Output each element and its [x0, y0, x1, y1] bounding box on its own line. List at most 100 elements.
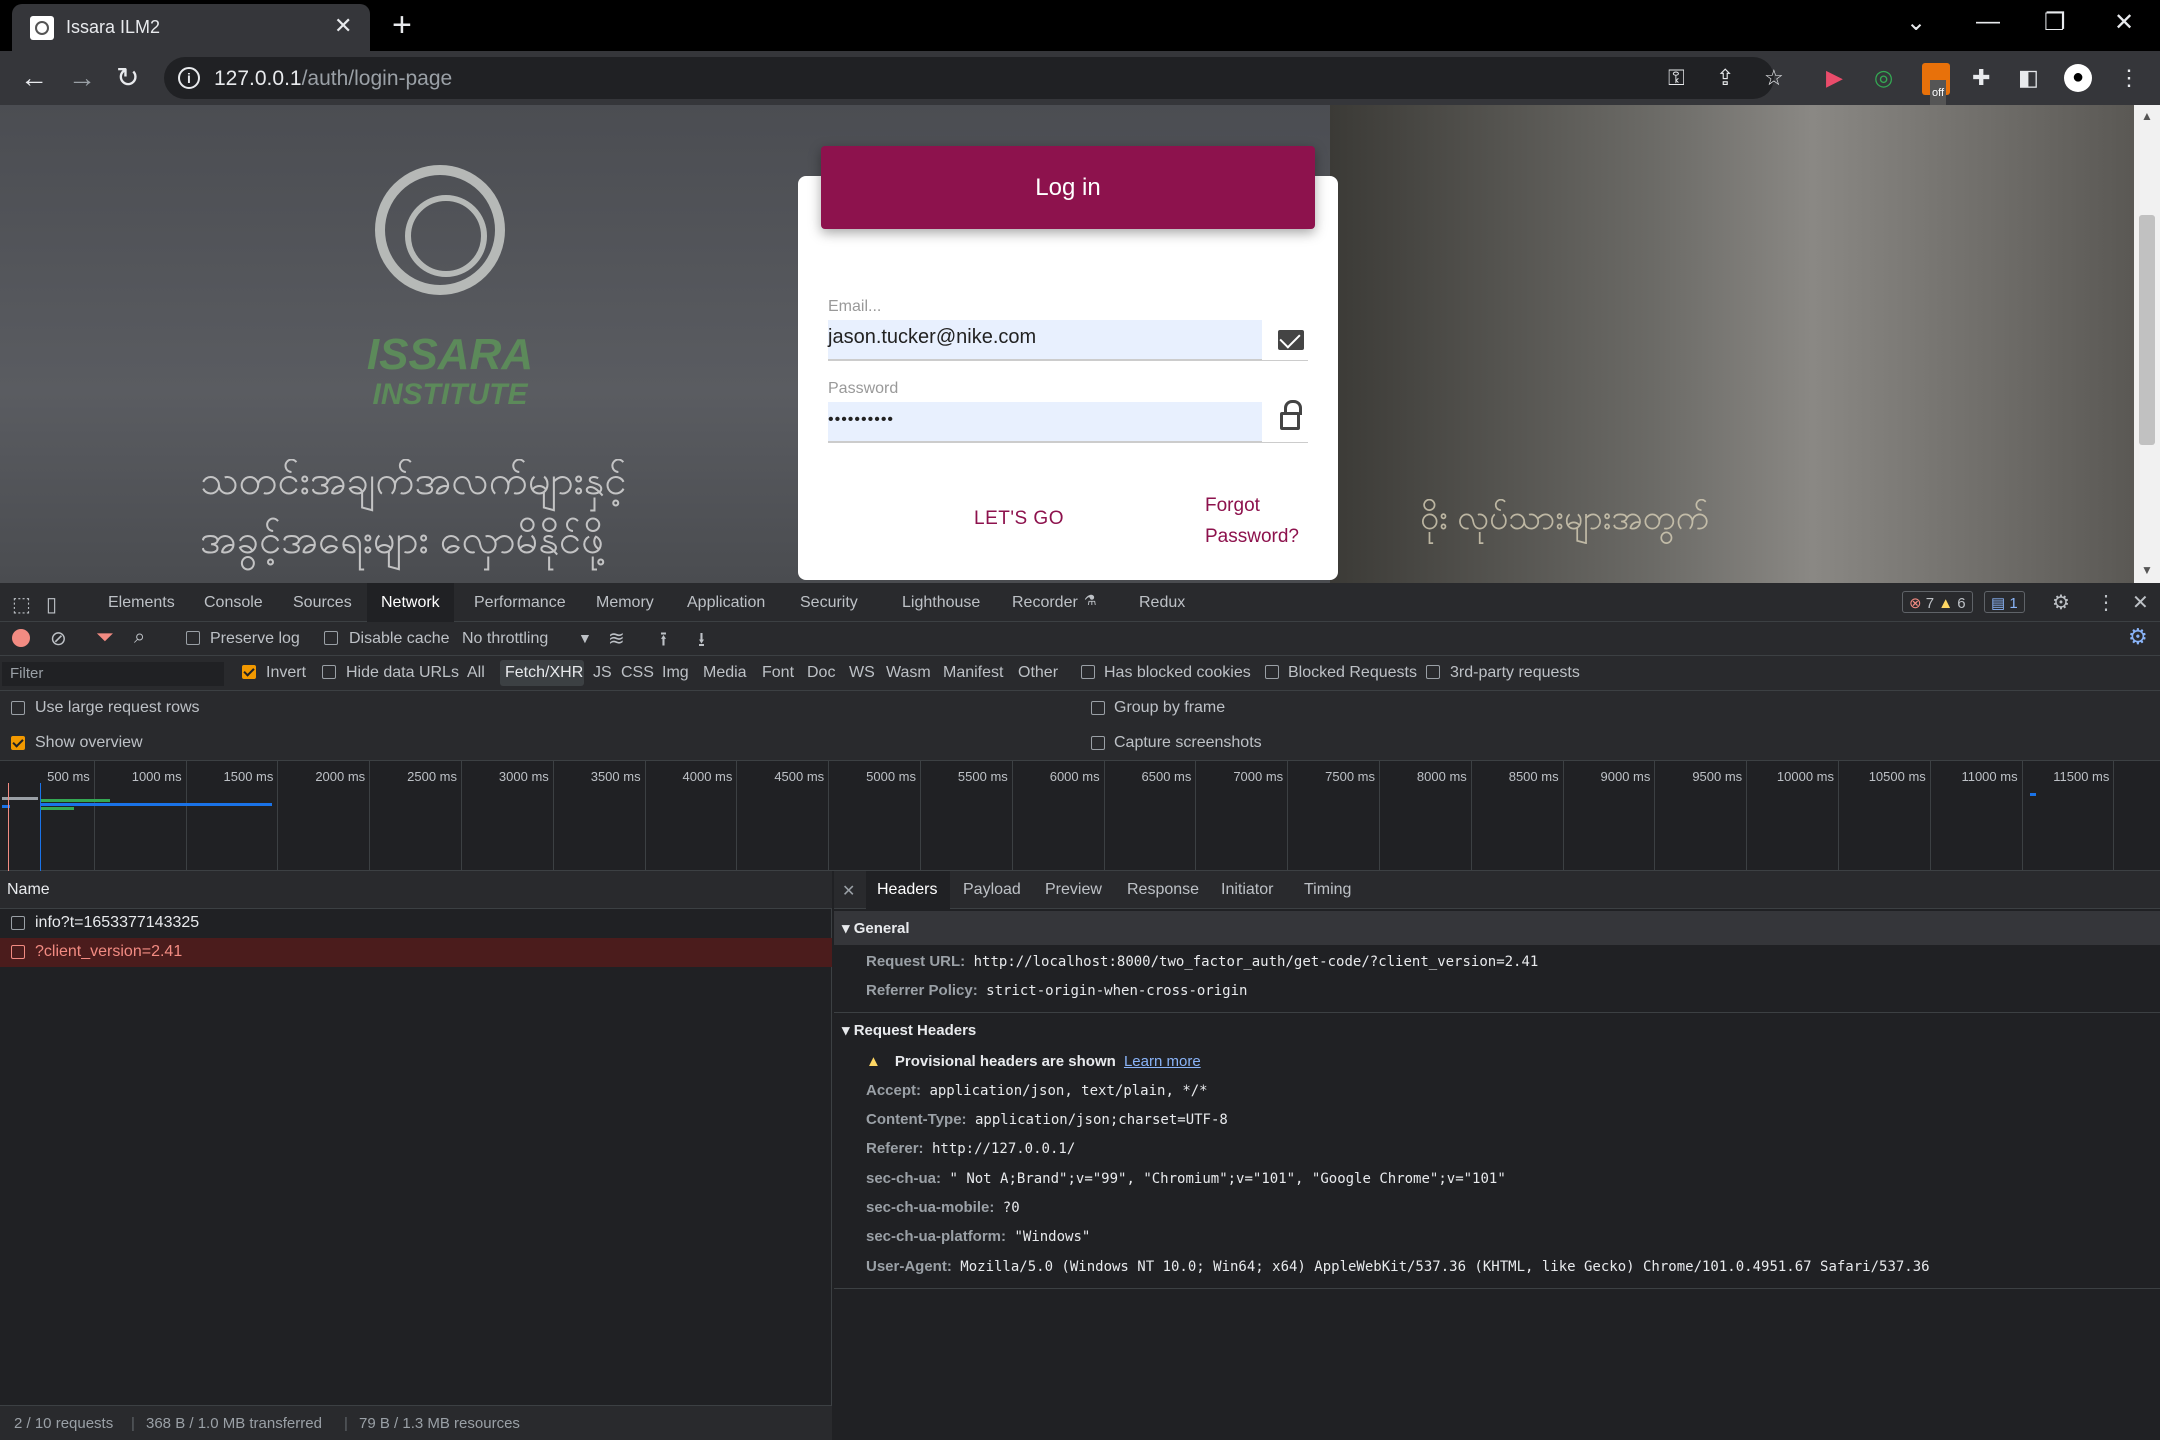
profile-avatar[interactable]: ● [2064, 64, 2092, 92]
forgot-password-link[interactable]: Forgot Password? [1205, 490, 1315, 552]
import-har-icon[interactable]: ⭱ [660, 625, 667, 659]
request-row[interactable]: info?t=1653377143325 [0, 909, 832, 938]
minimize-button[interactable]: — [1976, 8, 2000, 36]
hide-data-urls-checkbox[interactable] [322, 665, 336, 679]
close-devtools-icon[interactable]: ✕ [2132, 590, 2149, 615]
request-headers-section-header[interactable]: ▾ Request Headers [834, 1012, 2160, 1046]
browser-tab[interactable]: Issara ILM2 ✕ [12, 4, 370, 51]
filter-funnel-icon[interactable]: ⏷ [96, 624, 114, 650]
forward-button[interactable]: → [68, 63, 96, 93]
blocked-cookies-checkbox[interactable] [1081, 665, 1095, 679]
search-icon[interactable]: ⌕ [134, 626, 145, 649]
issues-counter[interactable]: ⊗ 7 ▲ 6 [1902, 591, 1973, 613]
bookmark-star-icon[interactable]: ☆ [1764, 65, 1784, 91]
password-field[interactable]: •••••••••• [828, 402, 1262, 442]
export-har-icon[interactable]: ⭳ [698, 625, 705, 659]
key-icon[interactable]: ⚿ [1668, 65, 1685, 91]
messages-counter[interactable]: ▤ 1 [1984, 591, 2025, 613]
extension-video-icon[interactable]: ▶ [1826, 65, 1843, 91]
timeline-gridline [1103, 761, 1105, 871]
tab-redux[interactable]: Redux [1139, 594, 1185, 612]
close-details-icon[interactable]: ✕ [842, 881, 855, 901]
restore-button[interactable]: ❐ [2044, 8, 2066, 37]
tab-sources[interactable]: Sources [293, 594, 352, 612]
timeline-tick-label: 4500 ms [774, 769, 825, 784]
filter-all[interactable]: All [467, 664, 485, 682]
third-party-checkbox[interactable] [1426, 665, 1440, 679]
site-info-icon[interactable]: i [178, 67, 200, 89]
tab-recorder[interactable]: Recorder [1012, 594, 1078, 612]
invert-checkbox[interactable] [242, 665, 256, 679]
blocked-requests-checkbox[interactable] [1265, 665, 1279, 679]
extensions-puzzle-icon[interactable]: ✚ [1972, 65, 1990, 91]
filter-manifest[interactable]: Manifest [943, 664, 1003, 682]
capture-screenshots-checkbox[interactable] [1091, 736, 1105, 750]
tab-security[interactable]: Security [800, 594, 858, 612]
network-overview-timeline[interactable]: 500 ms 1000 ms 1500 ms 2000 ms 2500 ms 3000 m… [0, 761, 2160, 871]
tab-network[interactable]: Network [381, 594, 440, 612]
network-conditions-icon[interactable]: ≋ [608, 626, 625, 651]
new-tab-button[interactable]: + [392, 6, 412, 44]
filter-doc[interactable]: Doc [807, 664, 835, 682]
tab-performance[interactable]: Performance [474, 594, 566, 612]
record-icon[interactable] [12, 629, 30, 647]
show-overview-checkbox[interactable] [11, 736, 25, 750]
scrollbar-thumb[interactable] [2139, 215, 2155, 445]
filter-img[interactable]: Img [662, 664, 689, 682]
filter-input[interactable]: Filter [2, 662, 224, 686]
filter-js[interactable]: JS [593, 664, 612, 682]
large-rows-checkbox[interactable] [11, 701, 25, 715]
preserve-log-checkbox[interactable] [186, 631, 200, 645]
email-field[interactable]: jason.tucker@nike.com [828, 320, 1262, 360]
request-row-selected-failed[interactable]: ?client_version=2.41 [0, 938, 832, 967]
tab-headers[interactable]: Headers [877, 881, 937, 899]
tab-payload[interactable]: Payload [963, 881, 1021, 899]
extension-circle-icon[interactable]: ◎ [1874, 65, 1893, 91]
tab-elements[interactable]: Elements [108, 594, 175, 612]
submit-button[interactable]: LET'S GO [974, 508, 1064, 530]
extension-off-icon[interactable]: off [1922, 63, 1950, 106]
device-toolbar-icon[interactable]: ▯ [46, 592, 57, 617]
reload-button[interactable]: ↻ [116, 63, 139, 93]
filter-media[interactable]: Media [703, 664, 747, 682]
chevron-down-icon[interactable]: ▼ [578, 630, 592, 646]
tab-console[interactable]: Console [204, 594, 263, 612]
disable-cache-checkbox[interactable] [324, 631, 338, 645]
menu-kebab-icon[interactable]: ⋮ [2118, 65, 2140, 91]
throttling-select[interactable]: No throttling [462, 630, 548, 648]
filter-wasm[interactable]: Wasm [886, 664, 931, 682]
request-list-header[interactable]: Name [0, 871, 832, 909]
filter-css[interactable]: CSS [621, 664, 654, 682]
devtools-menu-icon[interactable]: ⋮ [2096, 590, 2116, 615]
inspect-element-icon[interactable]: ⬚ [12, 592, 31, 617]
tab-timing[interactable]: Timing [1304, 881, 1351, 899]
settings-gear-icon[interactable]: ⚙ [2052, 590, 2070, 615]
email-label: Email... [828, 298, 882, 315]
tab-initiator[interactable]: Initiator [1221, 881, 1273, 899]
filter-fetch-xhr[interactable]: Fetch/XHR [505, 664, 583, 682]
group-by-frame-checkbox[interactable] [1091, 701, 1105, 715]
page-scrollbar[interactable]: ▲ ▼ [2134, 105, 2160, 583]
side-panel-icon[interactable]: ◧ [2018, 65, 2039, 91]
back-button[interactable]: ← [20, 63, 48, 93]
network-settings-icon[interactable]: ⚙ [2128, 624, 2148, 650]
tab-lighthouse[interactable]: Lighthouse [902, 594, 980, 612]
filter-ws[interactable]: WS [849, 664, 875, 682]
close-tab-icon[interactable]: ✕ [334, 13, 352, 39]
share-icon[interactable]: ⇪ [1716, 65, 1734, 91]
address-bar[interactable]: i 127.0.0.1/auth/login-page ⚿ ⇪ ☆ [164, 57, 1784, 99]
name-column-header[interactable]: Name [7, 881, 50, 899]
tab-memory[interactable]: Memory [596, 594, 654, 612]
clear-icon[interactable]: ⊘ [50, 626, 67, 651]
tab-search-icon[interactable]: ⌄ [1906, 8, 1926, 37]
close-window-button[interactable]: ✕ [2114, 8, 2134, 37]
learn-more-link[interactable]: Learn more [1124, 1053, 1201, 1070]
shirt-burmese-text-right: ဝိုး လုပ်သားများအတွက် [1420, 499, 1709, 537]
login-header: Log in [821, 146, 1315, 229]
filter-other[interactable]: Other [1018, 664, 1058, 682]
tab-preview[interactable]: Preview [1045, 881, 1102, 899]
general-section-header[interactable]: ▾ General [834, 911, 2160, 945]
tab-application[interactable]: Application [687, 594, 765, 612]
filter-font[interactable]: Font [762, 664, 794, 682]
tab-response[interactable]: Response [1127, 881, 1199, 899]
